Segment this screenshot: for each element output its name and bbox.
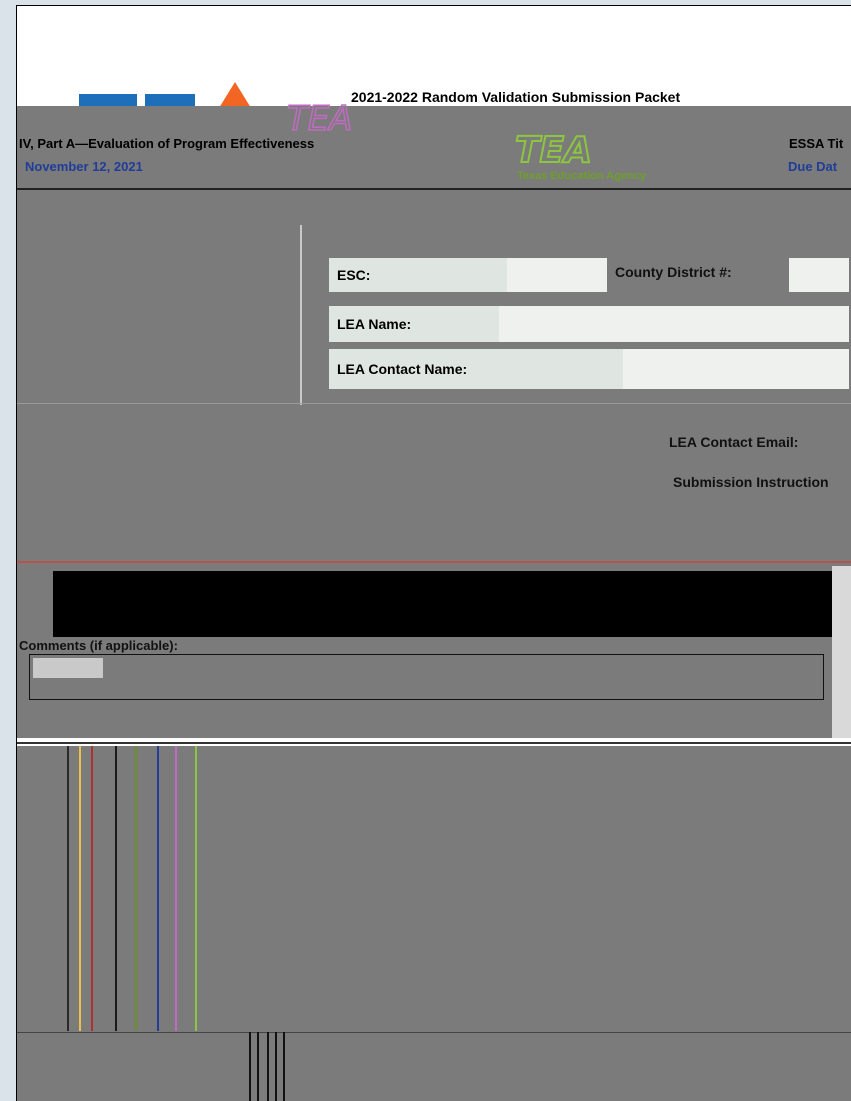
footer-rule [79, 746, 81, 1031]
state-logo-arrow-icon [219, 82, 251, 108]
county-district-label: County District #: [615, 264, 732, 280]
program-title: IV, Part A—Evaluation of Program Effecti… [19, 136, 315, 151]
form-column-divider [300, 225, 302, 405]
footer-rule [91, 746, 93, 1031]
footer-rule [275, 1032, 277, 1101]
form-row-divider [17, 403, 851, 404]
footer-rule [175, 746, 177, 1031]
due-date-label-fragment: Due Dat [788, 159, 838, 174]
footer-rule [267, 1032, 269, 1101]
due-date: November 12, 2021 [25, 159, 143, 174]
comments-field[interactable] [29, 654, 824, 700]
instruction-box [53, 571, 832, 637]
tea-logo: TEA [511, 128, 721, 172]
lea-contact-email-label: LEA Contact Email: [669, 434, 799, 450]
lea-contact-name-field[interactable] [623, 349, 849, 389]
footer-rule [283, 1032, 285, 1101]
footer-top-rule [17, 742, 851, 744]
essa-title-fragment: ESSA Tit [789, 136, 844, 151]
lea-name-field[interactable] [499, 306, 849, 342]
footer-gray-band [17, 746, 851, 1101]
footer-rule [67, 746, 69, 1031]
county-district-field[interactable] [789, 258, 849, 292]
comments-field-highlight [33, 658, 103, 678]
side-scrollbar[interactable] [832, 566, 851, 738]
footer-rule [135, 746, 137, 1031]
svg-text:TEA: TEA [287, 102, 353, 136]
comments-label: Comments (if applicable): [19, 638, 178, 653]
footer-rule [249, 1032, 251, 1101]
esc-label: ESC: [329, 258, 507, 292]
due-date-notice-line [17, 561, 851, 563]
svg-text:TEA: TEA [515, 130, 592, 170]
tea-logo-top: TEA [286, 98, 497, 140]
tea-agency-name: Texas Education Agency [517, 170, 646, 182]
document-page: 2021-2022 Random Validation Submission P… [16, 5, 851, 1101]
footer-rule [157, 746, 159, 1031]
esc-field[interactable] [507, 258, 607, 292]
lea-contact-name-label: LEA Contact Name: [329, 349, 625, 389]
footer-rule [115, 746, 117, 1031]
footer-bottom-rule [17, 1032, 851, 1033]
form-top-divider [17, 188, 851, 190]
lea-name-label: LEA Name: [329, 306, 499, 342]
footer-rule [257, 1032, 259, 1101]
footer-rule [195, 746, 197, 1031]
submission-instructions-label: Submission Instruction [673, 474, 829, 490]
